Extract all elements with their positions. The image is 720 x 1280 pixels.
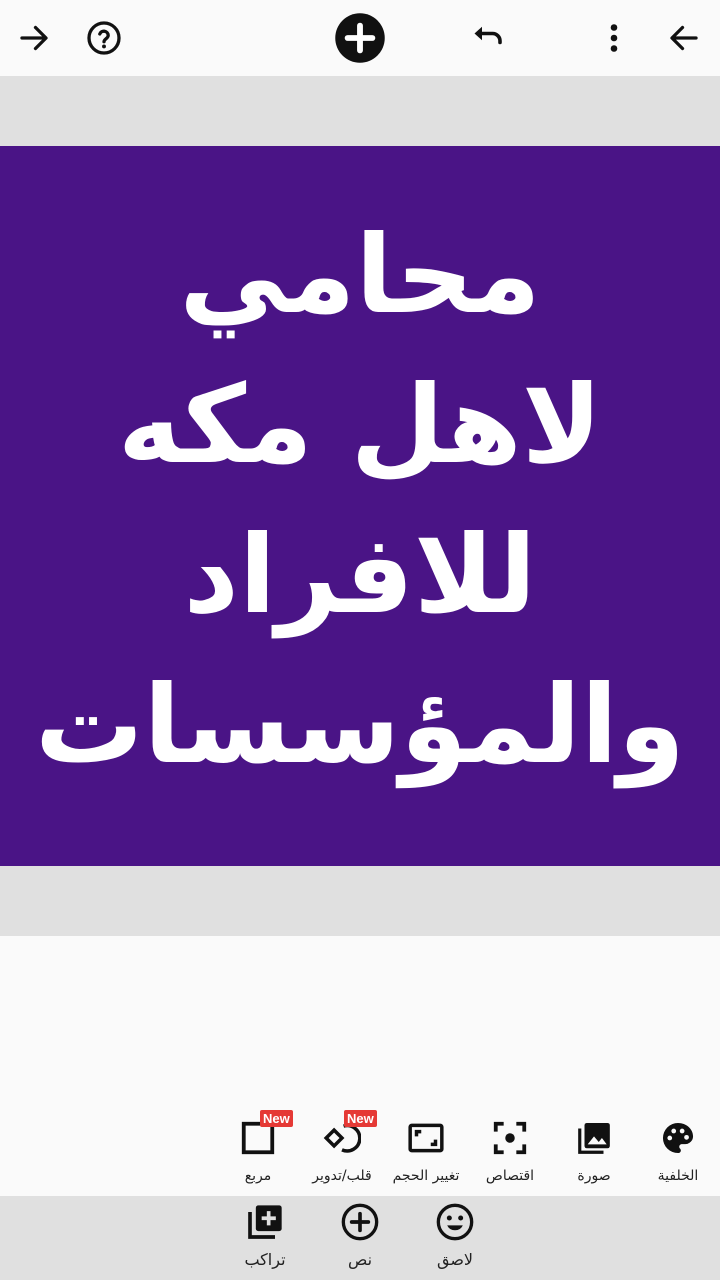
top-toolbar [0, 0, 720, 76]
overlay-add-icon [248, 1205, 282, 1239]
new-badge: New [344, 1110, 377, 1127]
bottom-bar-label: لاصق [436, 1250, 474, 1269]
tool-label: تغيير الحجم [392, 1168, 460, 1184]
tool-image[interactable]: صورة [549, 1118, 639, 1194]
tool-label: مربع [244, 1168, 272, 1184]
arrow-right-icon [20, 25, 48, 51]
tools-row: الخلفية صورة اقتصاص تغيير الحجم New قلب/… [0, 1108, 720, 1196]
add-button[interactable] [330, 8, 390, 68]
resize-icon [408, 1123, 444, 1153]
undo-button[interactable] [458, 8, 518, 68]
tool-resize[interactable]: تغيير الحجم [381, 1118, 471, 1194]
tool-label: قلب/تدوير [312, 1168, 372, 1184]
tool-flip-rotate[interactable]: New قلب/تدوير [297, 1110, 387, 1194]
bottom-bar-label: نص [347, 1250, 373, 1269]
tool-crop[interactable]: اقتصاص [465, 1118, 555, 1194]
workspace-bottom-margin [0, 866, 720, 936]
workspace-top-margin [0, 76, 720, 146]
tool-background[interactable]: الخلفية [633, 1118, 720, 1194]
arrow-left-icon [670, 25, 698, 51]
sticker-smile-icon [436, 1203, 474, 1241]
more-options-button[interactable] [584, 8, 644, 68]
tool-square[interactable]: New مربع [213, 1110, 303, 1194]
new-badge: New [260, 1110, 293, 1127]
help-circle-icon [87, 21, 121, 55]
add-text-circle-icon [341, 1203, 379, 1241]
tool-label: صورة [577, 1168, 611, 1184]
more-vertical-icon [610, 24, 618, 52]
tool-label: الخلفية [657, 1168, 699, 1184]
back-button[interactable] [654, 8, 714, 68]
sticker-button[interactable]: لاصق [410, 1202, 500, 1278]
design-canvas[interactable]: محامي لاهل مكه للافراد والمؤسسات [0, 146, 720, 866]
crop-focus-icon [493, 1121, 527, 1155]
image-icon [578, 1122, 610, 1154]
tool-label: اقتصاص [485, 1168, 535, 1184]
overlay-button[interactable]: تراكب [220, 1202, 310, 1278]
add-text-button[interactable]: نص [315, 1202, 405, 1278]
help-button[interactable] [74, 8, 134, 68]
bottom-bar-label: تراكب [244, 1250, 286, 1269]
bottom-action-bar: لاصق نص تراكب [0, 1196, 720, 1280]
palette-icon [662, 1122, 694, 1154]
canvas-text[interactable]: محامي لاهل مكه للافراد والمؤسسات [35, 201, 685, 801]
plus-circle-icon [335, 13, 385, 63]
undo-icon [474, 26, 502, 45]
forward-button[interactable] [4, 8, 64, 68]
